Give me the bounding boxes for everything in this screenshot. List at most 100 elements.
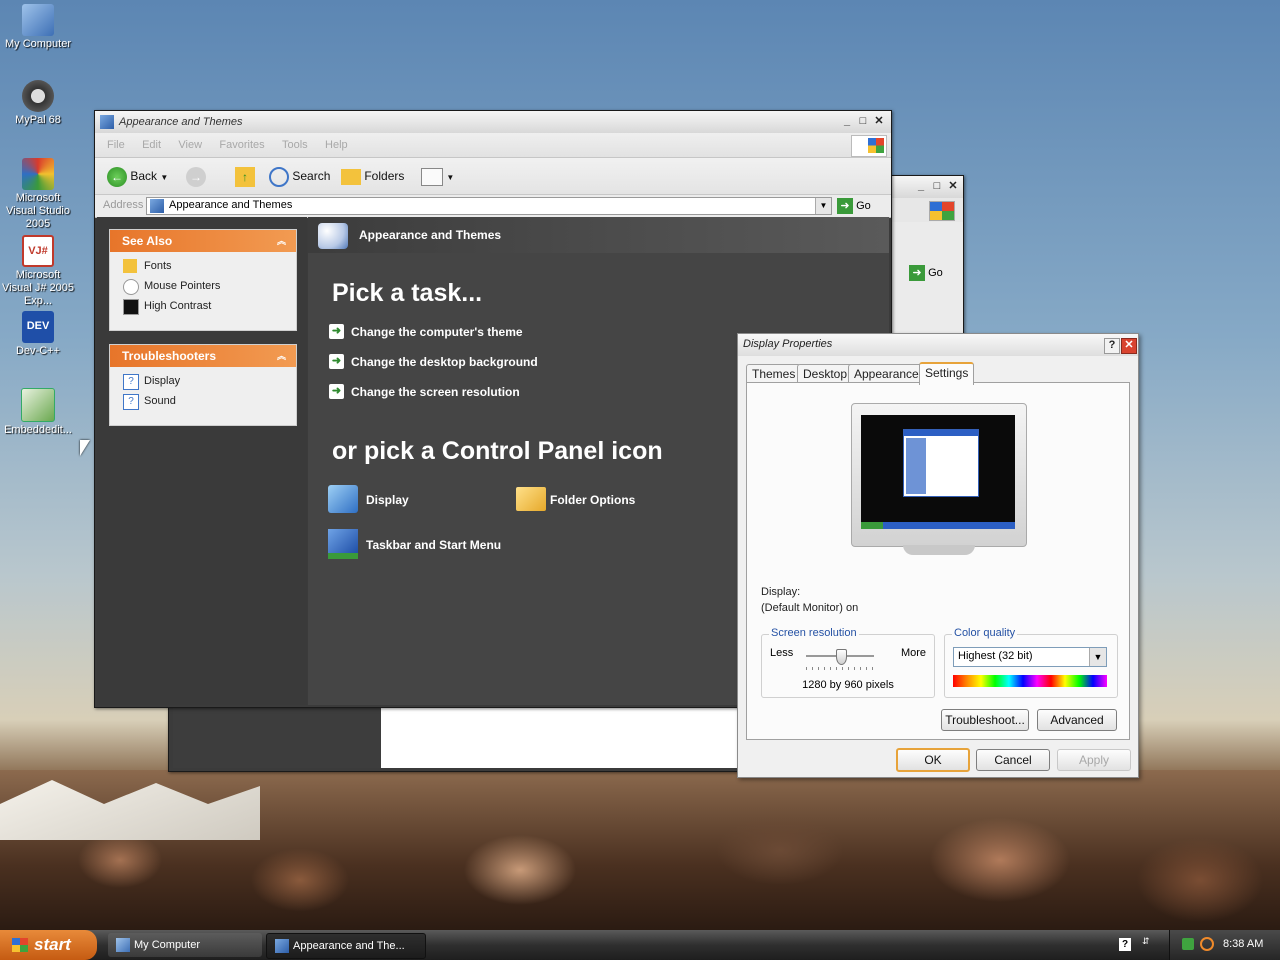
menu-tools[interactable]: Tools: [282, 139, 308, 151]
clock: 8:38 AM: [1223, 938, 1264, 950]
explorer-titlebar[interactable]: Appearance and Themes _ □ ✕: [95, 111, 891, 133]
desktop-icon-mypal[interactable]: MyPal 68: [0, 80, 76, 127]
search-icon[interactable]: [1200, 937, 1214, 951]
views-button[interactable]: ▼: [421, 165, 454, 187]
taskbar-start-icon: [328, 529, 358, 559]
maximize-icon[interactable]: □: [856, 115, 870, 129]
troubleshoot-button[interactable]: Troubleshoot...: [941, 709, 1029, 731]
search-button[interactable]: Search: [269, 165, 330, 187]
desktop-icon-label: Microsoft Visual J# 2005 Exp...: [2, 269, 74, 307]
tab-settings[interactable]: Settings: [919, 362, 975, 385]
system-tray: 8:38 AM: [1169, 930, 1280, 960]
menu-help[interactable]: Help: [325, 139, 348, 151]
troubleshooter-sound[interactable]: ? Sound: [110, 391, 296, 411]
taskbar-button-my-computer[interactable]: My Computer: [108, 933, 262, 957]
task-arrow-icon: ➜: [329, 354, 344, 369]
resolution-slider-ticks: [806, 667, 874, 670]
views-icon: [421, 167, 443, 186]
task-change-background[interactable]: ➜ Change the desktop background: [329, 353, 538, 371]
address-dropdown-chevron-icon[interactable]: ▼: [815, 198, 831, 214]
cancel-button[interactable]: Cancel: [976, 749, 1050, 771]
forward-arrow-icon: →: [186, 166, 206, 187]
desktop-icon-devcpp[interactable]: DEV Dev-C++: [0, 311, 76, 358]
close-icon[interactable]: ✕: [1121, 338, 1137, 354]
show-hide-chevron-icon[interactable]: ⇵: [1142, 936, 1150, 947]
menu-view[interactable]: View: [178, 139, 202, 151]
dialog-titlebar[interactable]: Display Properties ? ✕: [738, 334, 1138, 356]
start-button[interactable]: start: [0, 930, 97, 960]
help-icon[interactable]: ?: [1104, 338, 1120, 354]
close-icon[interactable]: ✕: [872, 115, 886, 129]
see-also-panel: See Also ︽ Fonts Mouse Pointers High Con…: [109, 229, 297, 331]
troubleshooters-header[interactable]: Troubleshooters ︽: [110, 345, 296, 367]
chevron-down-icon[interactable]: ▼: [160, 173, 168, 182]
minimize-icon[interactable]: _: [840, 115, 854, 129]
ok-button[interactable]: OK: [896, 748, 970, 772]
collapse-chevron-icon[interactable]: ︽: [277, 345, 286, 367]
forward-button[interactable]: →: [186, 165, 206, 187]
go-button[interactable]: ➜ Go: [837, 197, 871, 215]
tab-desktop[interactable]: Desktop: [797, 364, 854, 383]
content-header: Appearance and Themes: [308, 217, 889, 253]
wallpaper-crowd: [0, 770, 1280, 930]
desktop-icon-label: MyPal 68: [15, 114, 61, 126]
tab-themes[interactable]: Themes: [746, 364, 802, 383]
background-go-button[interactable]: ➜ Go: [909, 262, 959, 284]
windows-logo-icon: [12, 938, 28, 952]
address-input[interactable]: Appearance and Themes ▼: [146, 197, 832, 215]
desktop-icon-embedded[interactable]: Embeddedit...: [0, 388, 76, 437]
devcpp-icon: DEV: [22, 311, 54, 343]
advanced-button[interactable]: Advanced: [1037, 709, 1117, 731]
see-also-high-contrast[interactable]: High Contrast: [110, 296, 296, 316]
control-panel-folder-options[interactable]: Folder Options: [516, 485, 635, 515]
back-button[interactable]: ← Back ▼: [107, 165, 168, 187]
control-panel-taskbar-start[interactable]: Taskbar and Start Menu: [328, 529, 501, 561]
control-panel-display[interactable]: Display: [328, 485, 409, 515]
resolution-value: 1280 by 960 pixels: [802, 679, 894, 691]
see-also-fonts[interactable]: Fonts: [110, 256, 296, 276]
folders-button[interactable]: Folders: [341, 165, 404, 187]
minimize-icon[interactable]: _: [914, 180, 928, 194]
network-icon[interactable]: [1182, 938, 1194, 950]
pick-icon-heading: or pick a Control Panel icon: [332, 437, 663, 465]
resolution-more-label: More: [900, 647, 926, 659]
resolution-slider-thumb[interactable]: [835, 649, 847, 665]
menu-favorites[interactable]: Favorites: [219, 139, 264, 151]
display-icon: [328, 485, 358, 513]
desktop-icon-label: My Computer: [4, 38, 72, 50]
task-arrow-icon: ➜: [329, 324, 344, 339]
troubleshooter-display[interactable]: ? Display: [110, 371, 296, 391]
display-properties-dialog[interactable]: Display Properties ? ✕ Themes Desktop Ap…: [737, 333, 1139, 778]
back-arrow-icon: ←: [107, 166, 127, 187]
collapse-chevron-icon[interactable]: ︽: [277, 230, 286, 252]
window-title: Appearance and Themes: [119, 116, 243, 128]
computer-icon: [22, 4, 54, 36]
apply-button[interactable]: Apply: [1057, 749, 1131, 771]
desktop-icon-visual-jsharp[interactable]: VJ# Microsoft Visual J# 2005 Exp...: [0, 235, 76, 308]
color-spectrum-bar: [953, 675, 1107, 687]
see-also-header[interactable]: See Also ︽: [110, 230, 296, 252]
chevron-down-icon[interactable]: ▼: [1089, 648, 1106, 666]
color-quality-select[interactable]: Highest (32 bit) ▼: [953, 647, 1107, 667]
tab-appearance[interactable]: Appearance: [848, 364, 925, 383]
maximize-icon[interactable]: □: [930, 180, 944, 194]
desktop-icon-label: Embeddedit...: [4, 424, 72, 436]
help-tray-icon[interactable]: ?: [1119, 938, 1131, 951]
taskbar-button-appearance[interactable]: Appearance and The...: [266, 933, 426, 959]
computer-icon: [116, 938, 130, 952]
menu-file[interactable]: File: [107, 139, 125, 151]
visual-studio-icon: [22, 158, 54, 190]
see-also-mouse-pointers[interactable]: Mouse Pointers: [110, 276, 296, 296]
up-folder-icon: ↑: [235, 166, 255, 187]
close-icon[interactable]: ✕: [946, 180, 960, 194]
mouse-icon: [123, 279, 139, 295]
monitor-screen: [861, 415, 1015, 529]
appearance-themes-icon: [275, 939, 289, 953]
desktop-icon-my-computer[interactable]: My Computer: [0, 4, 76, 51]
folder-options-icon: [516, 487, 546, 511]
task-change-theme[interactable]: ➜ Change the computer's theme: [329, 323, 523, 341]
task-change-resolution[interactable]: ➜ Change the screen resolution: [329, 383, 520, 401]
desktop-icon-visual-studio[interactable]: Microsoft Visual Studio 2005: [0, 158, 76, 231]
menu-edit[interactable]: Edit: [142, 139, 161, 151]
up-folder-button[interactable]: ↑: [235, 165, 255, 187]
